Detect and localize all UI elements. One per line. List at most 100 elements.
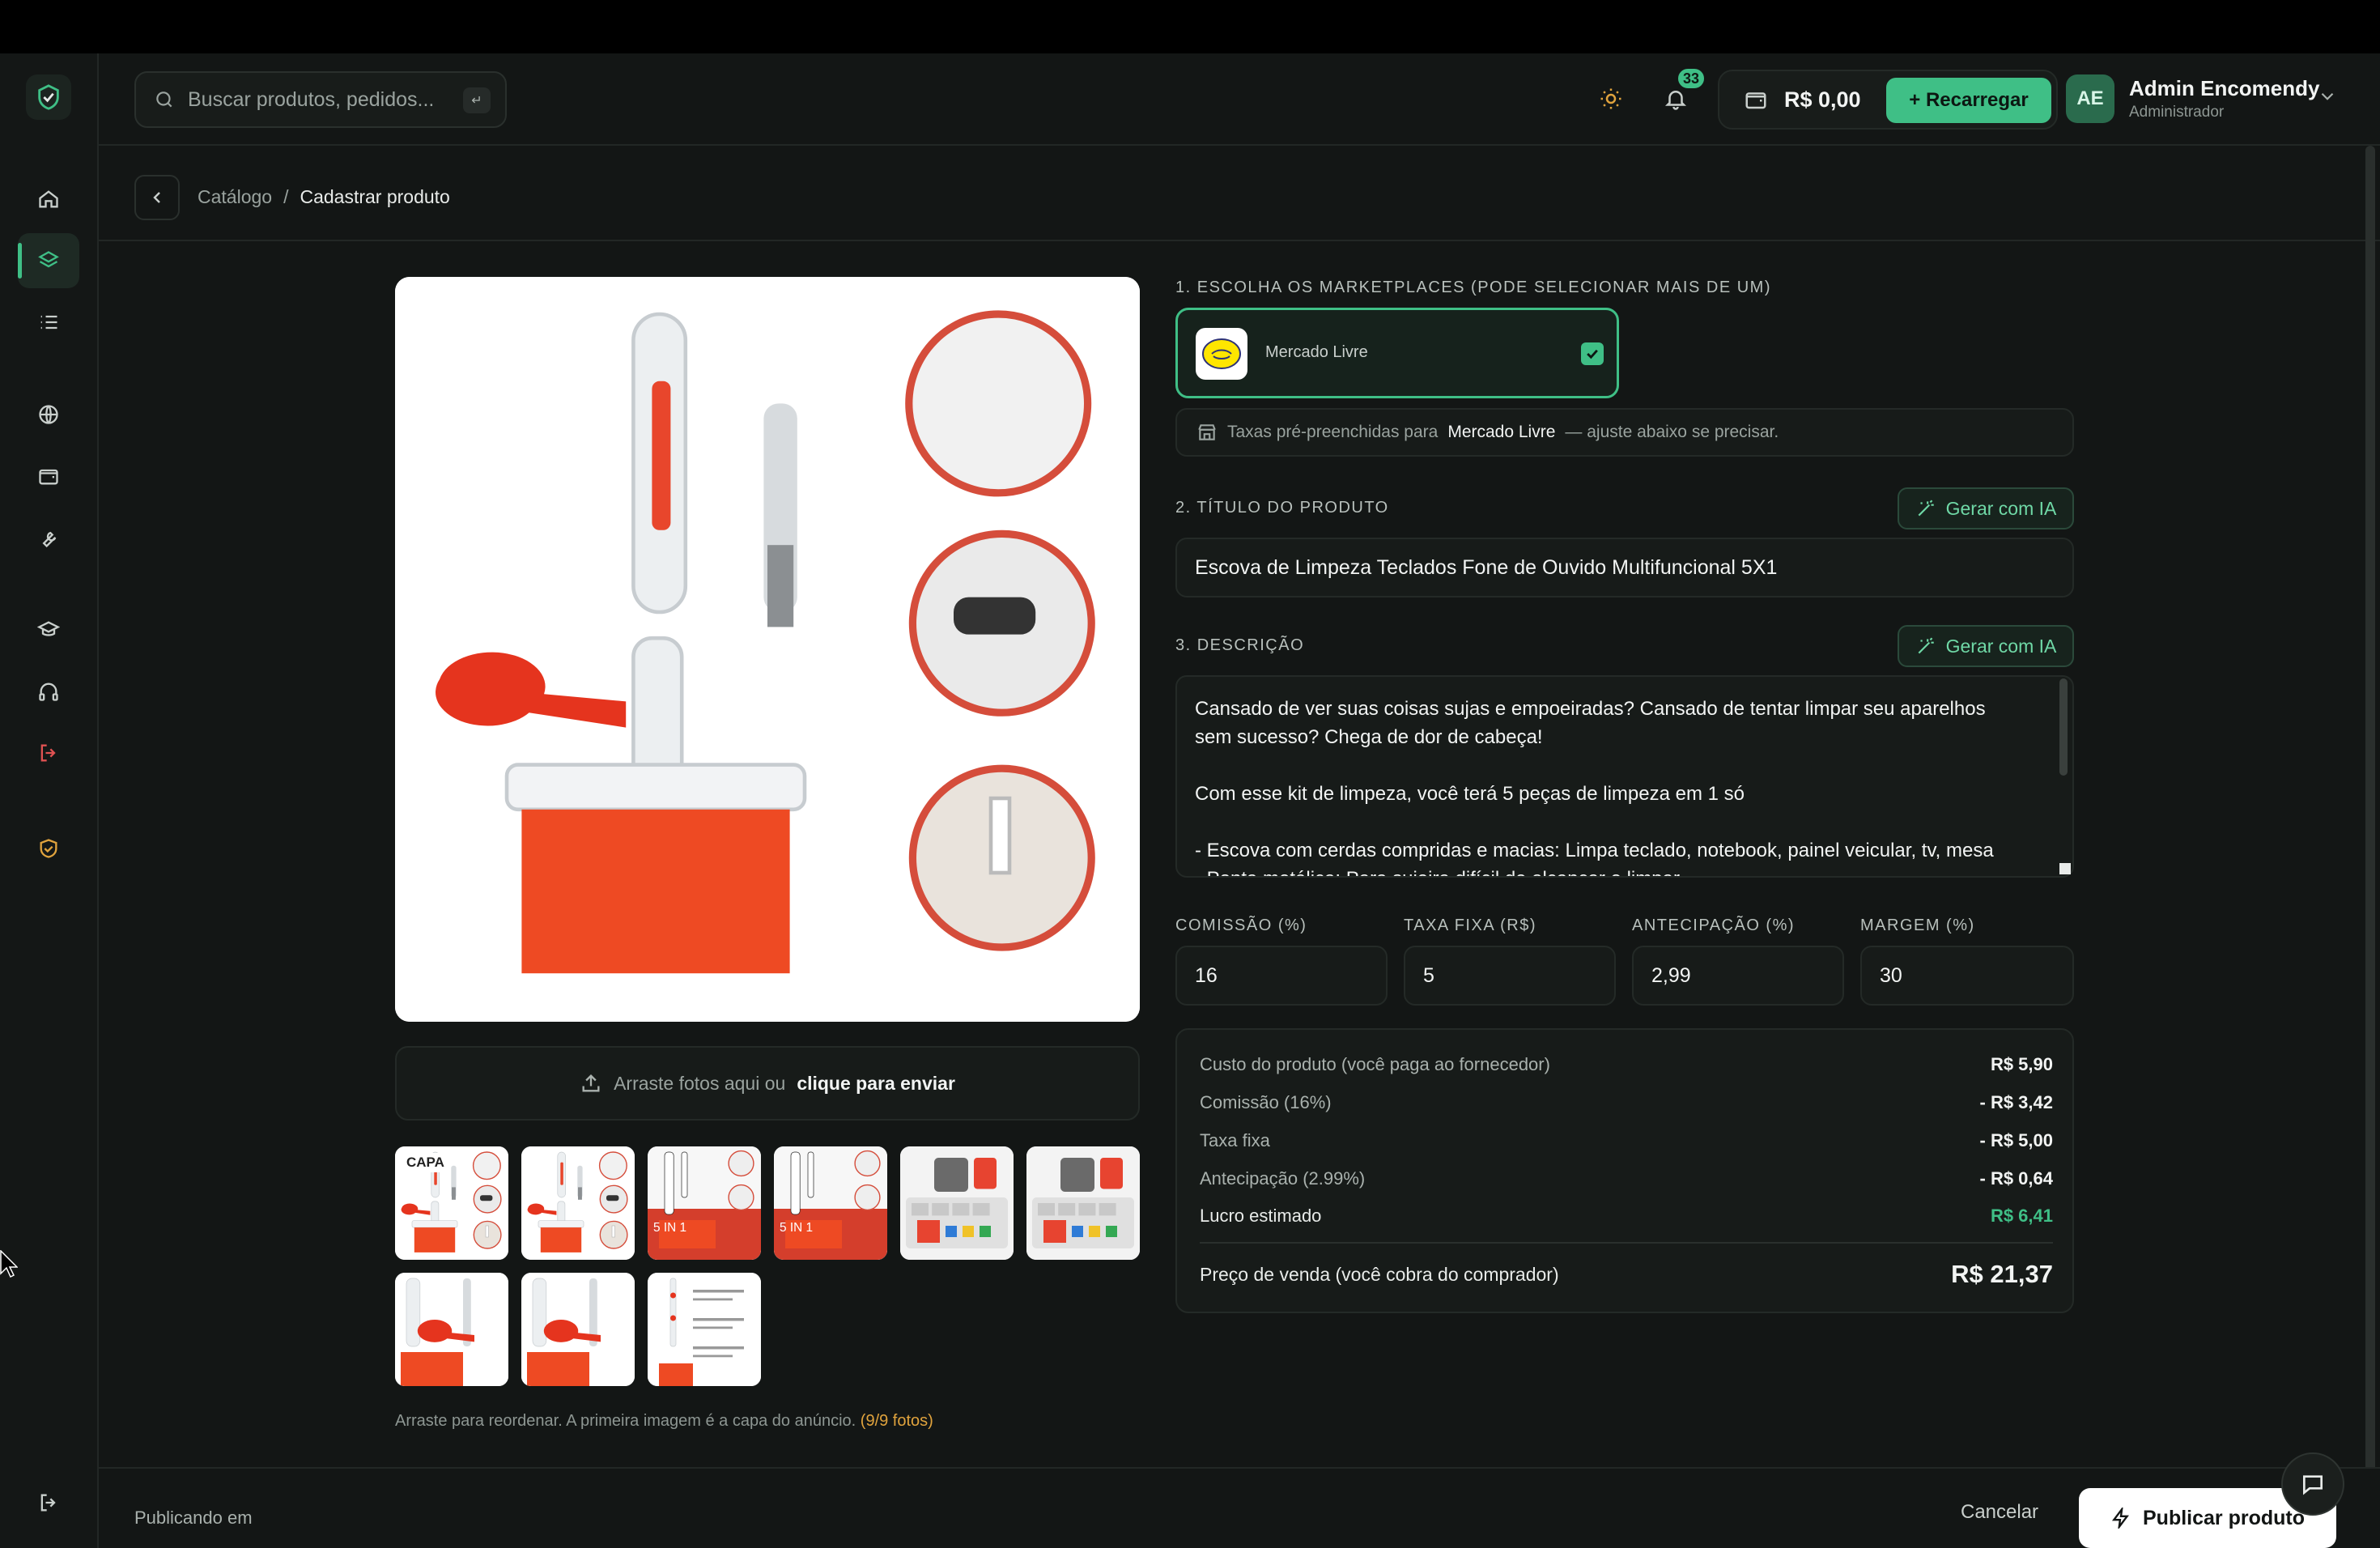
collapse-sidebar-icon[interactable] (32, 1486, 65, 1519)
margin-input[interactable]: 30 (1860, 946, 2074, 1006)
footer-bar: Publicando em Cancelar Publicar produto (99, 1467, 2380, 1548)
wallet-icon[interactable] (32, 460, 65, 492)
thumbnail-image (521, 1273, 635, 1386)
photo-thumbnail[interactable] (521, 1273, 635, 1386)
summary-divider (1200, 1242, 2053, 1244)
photo-dropzone[interactable]: Arraste fotos aqui ou clique para enviar (395, 1046, 1140, 1121)
breadcrumb-separator: / (283, 186, 289, 207)
page-scrollbar[interactable] (2365, 146, 2375, 1474)
photo-thumbnail[interactable] (648, 1273, 761, 1386)
top-header: ↵ 33 R$ 0,00 + Recarregar AE Admin Encom… (99, 53, 2380, 146)
dropzone-text: Arraste fotos aqui ou (614, 1072, 786, 1094)
product-title-input[interactable]: Escova de Limpeza Teclados Fone de Ouvid… (1175, 538, 2074, 598)
app-logo[interactable] (26, 74, 71, 120)
plus-icon: + (1909, 89, 1926, 111)
search-bar[interactable]: ↵ (134, 71, 507, 128)
photo-thumbnail[interactable] (395, 1273, 508, 1386)
recharge-label: Recarregar (1925, 89, 2029, 111)
logout-icon[interactable] (32, 737, 65, 769)
generate-description-ai-button[interactable]: Gerar com IA (1898, 625, 2074, 667)
back-button[interactable] (134, 175, 180, 220)
recharge-button[interactable]: + Recarregar (1886, 78, 2051, 123)
summary-label: Antecipação (2.99%) (1200, 1168, 1366, 1189)
summary-value: - R$ 0,64 (1979, 1168, 2054, 1189)
headphones-icon[interactable] (32, 675, 65, 708)
commission-input[interactable]: 16 (1175, 946, 1388, 1006)
advance-input[interactable]: 2,99 (1632, 946, 1844, 1006)
breadcrumb-parent[interactable]: Catálogo (198, 186, 272, 208)
lightning-icon (2111, 1508, 2129, 1529)
theme-toggle-button[interactable] (1587, 74, 1635, 123)
graduation-cap-icon[interactable] (32, 614, 65, 646)
photo-thumbnail[interactable] (648, 1146, 761, 1260)
wrench-icon[interactable] (32, 521, 65, 554)
photo-thumbnail[interactable]: CAPA (395, 1146, 508, 1260)
margin-label: MARGEM (%) (1860, 916, 1975, 934)
store-icon (1198, 424, 1216, 440)
ai-button-label: Gerar com IA (1945, 497, 2057, 519)
pricing-summary: Custo do produto (você paga ao fornecedo… (1175, 1028, 2074, 1313)
description-text: Cansado de ver suas coisas sujas e empoe… (1195, 698, 1994, 876)
photo-thumbnail[interactable] (521, 1146, 635, 1260)
marketplace-checkbox[interactable] (1581, 342, 1604, 365)
thumbnail-image (774, 1146, 887, 1260)
chevron-left-icon (153, 192, 160, 203)
shield-check-icon[interactable] (32, 832, 65, 865)
thumbnail-image (900, 1146, 1014, 1260)
notifications-button[interactable]: 33 (1651, 66, 1707, 123)
ai-button-label: Gerar com IA (1945, 635, 2057, 657)
mouse-cursor-icon (0, 1250, 18, 1278)
user-role: Administrador (2129, 104, 2225, 121)
search-input[interactable] (188, 87, 447, 112)
sidebar-active-indicator (18, 243, 22, 279)
upload-link[interactable]: clique para enviar (797, 1073, 955, 1095)
cancel-button[interactable]: Cancelar (1961, 1501, 2038, 1524)
thumbnail-image (395, 1273, 508, 1386)
magic-wand-icon (1918, 637, 1934, 654)
photo-thumbnail[interactable] (900, 1146, 1014, 1260)
title-label: 2. TÍTULO DO PRODUTO (1175, 499, 1389, 517)
user-name: Admin Encomendy (2129, 76, 2320, 100)
summary-value: R$ 5,90 (1990, 1054, 2053, 1074)
enter-shortcut-badge: ↵ (463, 87, 491, 113)
summary-row: Antecipação (2.99%) - R$ 0,64 (1200, 1168, 2053, 1189)
description-textarea[interactable]: Cansado de ver suas coisas sujas e empoe… (1175, 675, 2074, 878)
marketplace-card-mercado-livre[interactable]: Mercado Livre (1175, 308, 1619, 398)
check-icon (1587, 349, 1598, 359)
photo-thumbnail[interactable] (774, 1146, 887, 1260)
wallet-balance: R$ 0,00 + Recarregar (1718, 70, 2058, 130)
wallet-icon (1745, 92, 1766, 109)
marketplace-name: Mercado Livre (1265, 343, 1368, 361)
sidebar (0, 53, 99, 1548)
shield-logo-icon (38, 84, 59, 110)
description-label: 3. DESCRIÇÃO (1175, 636, 1305, 654)
breadcrumb-bar: Catálogo / Cadastrar produto (99, 146, 2380, 241)
sun-icon (1600, 88, 1621, 109)
layers-icon[interactable] (32, 245, 65, 277)
textarea-resize-handle[interactable] (2059, 863, 2071, 874)
globe-icon[interactable] (32, 398, 65, 431)
estimated-profit-row: Lucro estimado R$ 6,41 (1200, 1206, 2053, 1227)
fees-info-prefix: Taxas pré-preenchidas para (1227, 423, 1439, 441)
summary-label: Lucro estimado (1200, 1206, 1322, 1226)
fees-info-suffix: — ajuste abaixo se precisar. (1565, 423, 1779, 441)
sale-price-label: Preço de venda (você cobra do comprador) (1200, 1263, 1559, 1285)
home-icon[interactable] (32, 183, 65, 215)
sale-price-row: Preço de venda (você cobra do comprador)… (1200, 1260, 2053, 1289)
summary-value: - R$ 5,00 (1979, 1130, 2054, 1150)
description-scrollbar[interactable] (2059, 678, 2068, 776)
fees-info-bar: Taxas pré-preenchidas para Mercado Livre… (1175, 408, 2074, 457)
summary-row: Custo do produto (você paga ao fornecedo… (1200, 1054, 2053, 1075)
generate-title-ai-button[interactable]: Gerar com IA (1898, 487, 2074, 529)
magic-wand-icon (1918, 500, 1934, 517)
search-icon (156, 91, 172, 108)
chat-support-button[interactable] (2281, 1452, 2344, 1516)
fixed-fee-input[interactable]: 5 (1404, 946, 1616, 1006)
notifications-count-badge: 33 (1676, 66, 1707, 91)
estimated-profit-value: R$ 6,41 (1990, 1206, 2053, 1226)
photo-thumbnail[interactable] (1026, 1146, 1140, 1260)
user-menu[interactable]: AE Admin Encomendy Administrador (2066, 74, 2374, 131)
thumbnail-image (648, 1146, 761, 1260)
cover-badge: CAPA (402, 1153, 449, 1172)
list-icon[interactable] (32, 306, 65, 338)
